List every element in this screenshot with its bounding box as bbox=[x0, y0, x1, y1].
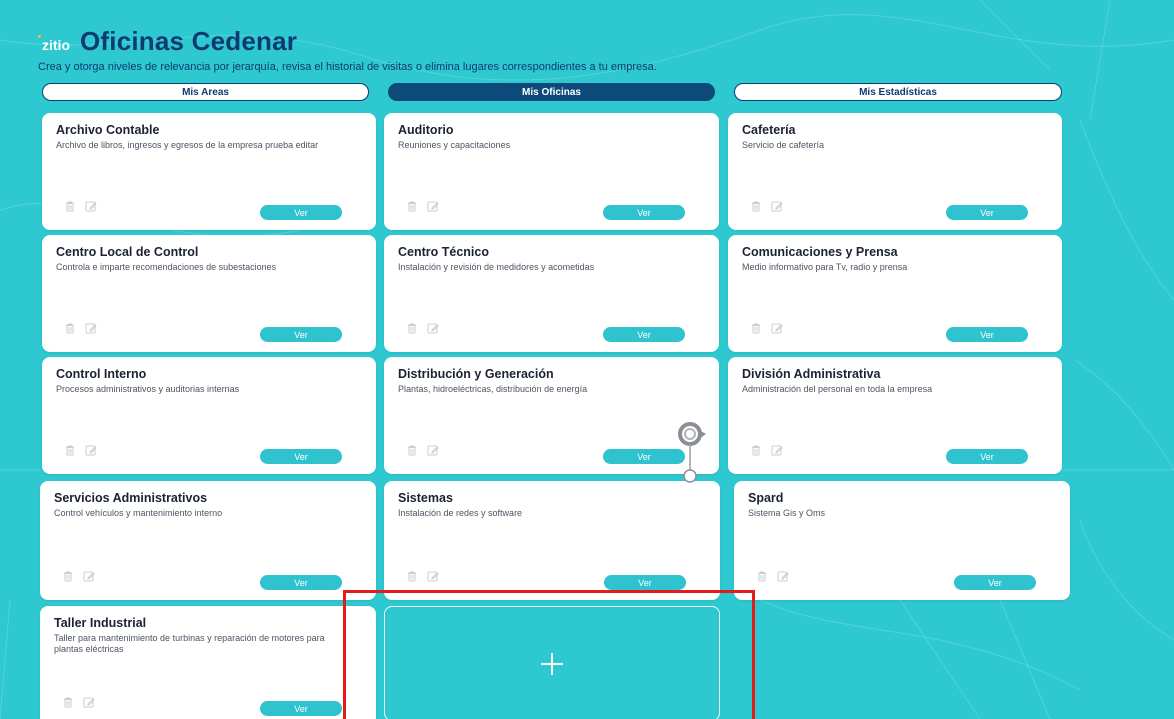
office-card: División Administrativa Administración d… bbox=[728, 357, 1062, 474]
edit-icon[interactable] bbox=[427, 570, 439, 582]
ver-button[interactable]: Ver bbox=[260, 701, 342, 716]
office-card: Cafetería Servicio de cafetería Ver bbox=[728, 113, 1062, 230]
office-card: Comunicaciones y Prensa Medio informativ… bbox=[728, 235, 1062, 352]
office-title: Centro Local de Control bbox=[56, 245, 199, 259]
office-card: Auditorio Reuniones y capacitaciones Ver bbox=[384, 113, 719, 230]
office-title: Servicios Administrativos bbox=[54, 491, 208, 505]
add-office-card[interactable] bbox=[384, 606, 720, 719]
ver-button[interactable]: Ver bbox=[260, 575, 342, 590]
office-description: Sistema Gis y Oms bbox=[748, 508, 826, 518]
trash-icon[interactable] bbox=[64, 322, 76, 334]
tab-label: Mis Areas bbox=[182, 86, 229, 98]
ver-button[interactable]: Ver bbox=[946, 449, 1028, 464]
page-header: zitio Oficinas Cedenar Crea y otorga niv… bbox=[38, 26, 1088, 73]
office-title: Auditorio bbox=[398, 123, 454, 137]
ver-button[interactable]: Ver bbox=[603, 205, 685, 220]
office-title: Comunicaciones y Prensa bbox=[742, 245, 898, 259]
office-description: Control vehículos y mantenimiento intern… bbox=[54, 508, 223, 518]
edit-icon[interactable] bbox=[771, 200, 783, 212]
edit-icon[interactable] bbox=[85, 322, 97, 334]
edit-icon[interactable] bbox=[771, 444, 783, 456]
trash-icon[interactable] bbox=[406, 444, 418, 456]
edit-icon[interactable] bbox=[427, 444, 439, 456]
trash-icon[interactable] bbox=[756, 570, 768, 582]
ver-button[interactable]: Ver bbox=[604, 575, 686, 590]
office-description: Medio informativo para Tv, radio y prens… bbox=[742, 262, 908, 272]
ver-button[interactable]: Ver bbox=[954, 575, 1036, 590]
edit-icon[interactable] bbox=[777, 570, 789, 582]
plus-icon bbox=[541, 652, 563, 675]
office-description: Controla e imparte recomendaciones de su… bbox=[56, 262, 277, 272]
office-title: División Administrativa bbox=[742, 367, 881, 381]
ver-button[interactable]: Ver bbox=[260, 449, 342, 464]
office-title: Spard bbox=[748, 491, 784, 505]
office-description: Instalación y revisión de medidores y ac… bbox=[398, 262, 595, 272]
office-description: Instalación de redes y software bbox=[398, 508, 523, 518]
tab-label: Mis Estadísticas bbox=[859, 86, 937, 98]
office-title: Taller Industrial bbox=[54, 616, 147, 630]
trash-icon[interactable] bbox=[62, 570, 74, 582]
tab-mis-estadisticas[interactable]: Mis Estadísticas bbox=[734, 83, 1062, 101]
brand-logo: zitio bbox=[38, 35, 70, 53]
office-card: Centro Técnico Instalación y revisión de… bbox=[384, 235, 719, 352]
rotate-handle[interactable] bbox=[672, 420, 712, 486]
office-card: Centro Local de Control Controla e impar… bbox=[42, 235, 376, 352]
trash-icon[interactable] bbox=[406, 200, 418, 212]
brand-text: zitio bbox=[42, 37, 70, 53]
office-card: Archivo Contable Archivo de libros, ingr… bbox=[42, 113, 376, 230]
ver-button[interactable]: Ver bbox=[946, 327, 1028, 342]
edit-icon[interactable] bbox=[85, 200, 97, 212]
edit-icon[interactable] bbox=[85, 444, 97, 456]
trash-icon[interactable] bbox=[750, 444, 762, 456]
ver-button[interactable]: Ver bbox=[260, 327, 342, 342]
office-description: Procesos administrativos y auditorias in… bbox=[56, 384, 240, 394]
trash-icon[interactable] bbox=[750, 322, 762, 334]
office-description: Servicio de cafetería bbox=[742, 140, 825, 150]
handle-knob bbox=[683, 469, 697, 483]
page-subtitle: Crea y otorga niveles de relevancia por … bbox=[38, 61, 657, 73]
office-title: Sistemas bbox=[398, 491, 453, 505]
office-card: Taller Industrial Taller para mantenimie… bbox=[40, 606, 376, 719]
office-card: Spard Sistema Gis y Oms Ver bbox=[734, 481, 1070, 600]
ver-button[interactable]: Ver bbox=[946, 205, 1028, 220]
office-card: Control Interno Procesos administrativos… bbox=[42, 357, 376, 474]
brand-dot bbox=[38, 35, 41, 38]
office-title: Centro Técnico bbox=[398, 245, 489, 259]
trash-icon[interactable] bbox=[62, 696, 74, 708]
trash-icon[interactable] bbox=[406, 570, 418, 582]
ver-button[interactable]: Ver bbox=[603, 327, 685, 342]
trash-icon[interactable] bbox=[64, 200, 76, 212]
office-title: Distribución y Generación bbox=[398, 367, 554, 381]
tabs-bar: Mis Areas Mis Oficinas Mis Estadísticas bbox=[42, 83, 1062, 101]
office-description: Archivo de libros, ingresos y egresos de… bbox=[56, 140, 319, 150]
edit-icon[interactable] bbox=[771, 322, 783, 334]
office-description: Taller para mantenimiento de turbinas y … bbox=[54, 633, 325, 654]
office-description: Administración del personal en toda la e… bbox=[742, 384, 933, 394]
edit-icon[interactable] bbox=[427, 322, 439, 334]
office-description: Plantas, hidroeléctricas, distribución d… bbox=[398, 384, 588, 394]
office-card: Servicios Administrativos Control vehícu… bbox=[40, 481, 376, 600]
edit-icon[interactable] bbox=[83, 696, 95, 708]
page-title: Oficinas Cedenar bbox=[80, 26, 298, 56]
tab-mis-areas[interactable]: Mis Areas bbox=[42, 83, 369, 101]
tab-mis-oficinas[interactable]: Mis Oficinas bbox=[388, 83, 715, 101]
edit-icon[interactable] bbox=[427, 200, 439, 212]
office-title: Control Interno bbox=[56, 367, 147, 381]
office-title: Archivo Contable bbox=[56, 123, 160, 137]
rotate-arrow-icon bbox=[678, 422, 706, 446]
trash-icon[interactable] bbox=[406, 322, 418, 334]
trash-icon[interactable] bbox=[750, 200, 762, 212]
edit-icon[interactable] bbox=[83, 570, 95, 582]
office-card: Distribución y Generación Plantas, hidro… bbox=[384, 357, 719, 474]
office-card: Sistemas Instalación de redes y software… bbox=[384, 481, 720, 600]
office-description: Reuniones y capacitaciones bbox=[398, 140, 511, 150]
ver-button[interactable]: Ver bbox=[260, 205, 342, 220]
office-title: Cafetería bbox=[742, 123, 796, 137]
tab-label: Mis Oficinas bbox=[522, 86, 581, 98]
trash-icon[interactable] bbox=[64, 444, 76, 456]
